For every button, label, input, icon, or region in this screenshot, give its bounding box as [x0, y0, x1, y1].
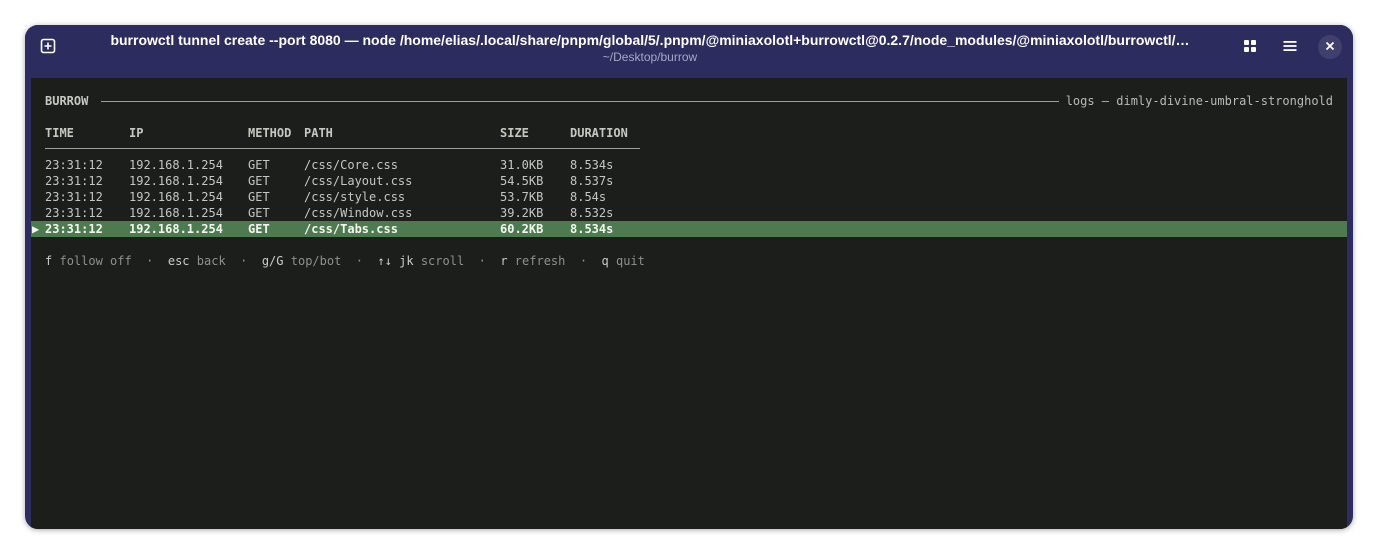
window-title: burrowctl tunnel create --port 8080 — no… — [110, 32, 1190, 48]
cell-method: GET — [248, 222, 270, 236]
table-row-selected[interactable]: ▶ 23:31:12 192.168.1.254 GET /css/Tabs.c… — [31, 221, 1347, 237]
tab-overview-button[interactable] — [1235, 33, 1265, 63]
cell-time: 23:31:12 — [45, 190, 103, 204]
column-header-ip: IP — [129, 126, 144, 140]
follow-key: f — [45, 254, 53, 268]
separator: · — [355, 254, 364, 268]
cell-time: 23:31:12 — [45, 222, 103, 236]
column-header-duration: DURATION — [570, 126, 628, 140]
hamburger-menu-icon — [1282, 38, 1298, 59]
cell-path: /css/Window.css — [304, 206, 413, 220]
terminal-window: burrowctl tunnel create --port 8080 — no… — [25, 25, 1353, 529]
quit-desc: quit — [615, 254, 645, 268]
cell-size: 39.2KB — [500, 206, 544, 220]
cell-path: /css/Layout.css — [304, 174, 413, 188]
top-bottom-desc: top/bot — [290, 254, 342, 268]
cell-duration: 8.54s — [570, 190, 607, 204]
window-subtitle: ~/Desktop/burrow — [602, 50, 698, 64]
cell-time: 23:31:12 — [45, 206, 103, 220]
cell-ip: 192.168.1.254 — [129, 174, 223, 188]
cell-path: /css/Tabs.css — [304, 222, 398, 236]
view-title: logs — dimly-divine-umbral-stronghold — [1065, 94, 1333, 108]
cell-method: GET — [248, 206, 270, 220]
cell-duration: 8.537s — [570, 174, 614, 188]
selection-marker-icon: ▶ — [32, 222, 40, 236]
column-header-path: PATH — [304, 126, 333, 140]
column-header-size: SIZE — [500, 126, 529, 140]
cell-ip: 192.168.1.254 — [129, 158, 223, 172]
refresh-key: r — [500, 254, 508, 268]
close-window-button[interactable] — [1318, 35, 1342, 59]
table-row[interactable]: 23:31:12 192.168.1.254 GET /css/Layout.c… — [31, 173, 1347, 189]
cell-time: 23:31:12 — [45, 158, 103, 172]
header-bar: burrowctl tunnel create --port 8080 — no… — [25, 25, 1353, 72]
cell-path: /css/Core.css — [304, 158, 398, 172]
separator: · — [579, 254, 588, 268]
follow-desc: follow off — [59, 254, 132, 268]
cell-ip: 192.168.1.254 — [129, 206, 223, 220]
top-bottom-key: g/G — [261, 254, 284, 268]
back-key: esc — [167, 254, 190, 268]
scroll-key: ↑↓ jk — [377, 254, 414, 268]
scroll-desc: scroll — [420, 254, 465, 268]
grid-view-icon — [1242, 38, 1258, 59]
cell-size: 60.2KB — [500, 222, 544, 236]
cell-size: 54.5KB — [500, 174, 544, 188]
cell-method: GET — [248, 158, 270, 172]
cell-ip: 192.168.1.254 — [129, 190, 223, 204]
app-name: BURROW — [45, 94, 89, 108]
cell-time: 23:31:12 — [45, 174, 103, 188]
cell-duration: 8.534s — [570, 222, 614, 236]
quit-key: q — [601, 254, 609, 268]
close-icon — [1325, 38, 1335, 56]
cell-path: /css/style.css — [304, 190, 406, 204]
table-row[interactable]: 23:31:12 192.168.1.254 GET /css/style.cs… — [31, 189, 1347, 205]
cell-duration: 8.532s — [570, 206, 614, 220]
cell-method: GET — [248, 174, 270, 188]
cell-method: GET — [248, 190, 270, 204]
header-divider — [45, 148, 640, 149]
separator: · — [478, 254, 486, 268]
column-header-method: METHOD — [248, 126, 292, 140]
keybinding-footer: f follow off · esc back · g/G top/bot · … — [45, 253, 645, 269]
cell-size: 53.7KB — [500, 190, 544, 204]
table-row[interactable]: 23:31:12 192.168.1.254 GET /css/Core.css… — [31, 157, 1347, 173]
cell-ip: 192.168.1.254 — [129, 222, 223, 236]
column-header-time: TIME — [45, 126, 74, 140]
refresh-desc: refresh — [514, 254, 566, 268]
new-tab-button[interactable] — [33, 33, 63, 63]
terminal-view[interactable]: BURROW logs — dimly-divine-umbral-strong… — [31, 78, 1347, 529]
title-divider — [101, 101, 1059, 102]
cell-size: 31.0KB — [500, 158, 544, 172]
window-title-block: burrowctl tunnel create --port 8080 — no… — [75, 31, 1225, 65]
separator: · — [240, 254, 248, 268]
separator: · — [146, 254, 154, 268]
cell-duration: 8.534s — [570, 158, 614, 172]
back-desc: back — [196, 254, 226, 268]
table-row[interactable]: 23:31:12 192.168.1.254 GET /css/Window.c… — [31, 205, 1347, 221]
main-menu-button[interactable] — [1275, 33, 1305, 63]
new-tab-icon — [40, 38, 56, 59]
